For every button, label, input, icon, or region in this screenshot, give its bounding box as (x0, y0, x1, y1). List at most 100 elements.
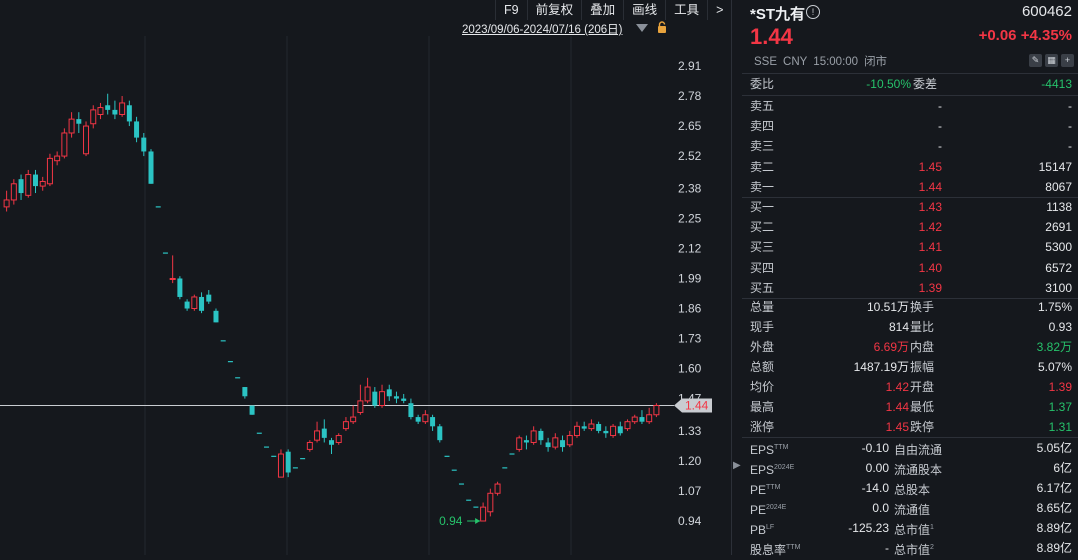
bid-label: 买五 (750, 280, 775, 295)
fundamental-label-2-text: 总市值 (894, 523, 931, 537)
bid-label: 买三 (750, 240, 775, 255)
candlestick-chart[interactable]: 2.91 2.78 2.65 2.52 2.38 2.25 2.12 1.99 1.86 1.73… (0, 0, 731, 555)
toolbar-overlay-button[interactable]: 叠加 (581, 0, 623, 20)
y-tick-label: 1.60 (678, 362, 702, 376)
ask-label: 卖二 (750, 159, 775, 174)
chart-toolbar: F9 前复权 叠加 画线 工具 > (495, 0, 731, 20)
candle-body-up (494, 483, 501, 494)
stat-value: 6.69万 (873, 340, 909, 354)
candle-body-down (206, 294, 212, 302)
fundamental-label-text: PE (750, 483, 767, 497)
candle-body-up (422, 414, 429, 423)
fundamental-value: 0.00 (865, 461, 889, 475)
fundamental-label-2-sup: 1 (930, 524, 934, 531)
stat-value-2: 1.37 (1048, 400, 1072, 414)
ask-volume: - (1068, 139, 1072, 154)
candle-body-down (408, 403, 414, 418)
bid-row: 买五 1.39 3100 (750, 278, 1072, 298)
toolbar-adjust-button[interactable]: 前复权 (526, 0, 582, 20)
toolbar-f9-button[interactable]: F9 (495, 0, 527, 20)
y-tick-label: 2.12 (678, 241, 702, 255)
y-tick-label: 2.65 (678, 119, 702, 133)
y-tick-label: 1.20 (678, 454, 702, 468)
candle-body-down (141, 137, 147, 152)
candle-body-up (364, 386, 371, 402)
bid-volume: 2691 (1045, 220, 1072, 235)
toolbar-tools-button[interactable]: 工具 (665, 0, 707, 20)
candle-body-up (54, 155, 61, 162)
chevron-down-icon[interactable] (636, 24, 648, 32)
low-arrow-head (475, 518, 481, 524)
fundamental-label-sup: 2024E (774, 464, 795, 471)
fundamental-label-2: 总市值1 (894, 518, 934, 540)
ask-row: 卖五 - - (750, 96, 1072, 116)
fundamental-value: -0.10 (861, 441, 889, 455)
candle-body-up (357, 400, 364, 413)
ask-price: 1.44 (918, 179, 942, 194)
stat-label-2: 开盘 (910, 380, 935, 394)
candle-body-down (603, 430, 609, 434)
stat-row: 总额 1487.19万 振幅 5.07% (750, 357, 1072, 377)
candle-body-down (596, 423, 602, 431)
candle-body-up (97, 107, 104, 116)
candle-body-up (46, 157, 53, 185)
stat-label: 最高 (750, 400, 775, 414)
stat-value: 814 (888, 320, 909, 334)
candle-body-down (249, 405, 255, 415)
candle-body-up (3, 199, 10, 208)
ask-volume: 15147 (1038, 159, 1072, 174)
ask-row: 卖一 1.44 8067 (750, 177, 1072, 197)
candle-body-up (646, 414, 653, 423)
candle-body-down (430, 417, 436, 427)
bid-row: 买一 1.43 1138 (750, 197, 1072, 217)
fundamental-label: PETTM (750, 478, 780, 500)
y-tick-label: 1.73 (678, 332, 702, 346)
weicha-label: 委差 (913, 77, 938, 91)
toolbar-draw-button[interactable]: 画线 (623, 0, 665, 20)
fundamental-label-2-text: 流通股本 (894, 463, 943, 477)
fundamental-label-2: 流通股本 (894, 458, 942, 480)
candle-body-up (480, 506, 487, 522)
ask-row: 卖四 - - (750, 116, 1072, 136)
quote-time: 15:00:00 (813, 56, 859, 68)
layout-icon[interactable]: ▦ (1045, 54, 1058, 67)
candle-body-up (306, 441, 313, 450)
bid-volume: 6572 (1045, 260, 1072, 275)
current-price-label: 1.44 (685, 399, 709, 413)
ask-volume: - (1068, 99, 1072, 113)
fundamental-value-2: 5.05亿 (1036, 441, 1072, 455)
ask-label: 卖一 (750, 179, 775, 194)
add-icon[interactable]: + (1061, 54, 1074, 67)
fundamental-label-sup: TTM (774, 444, 789, 451)
stat-value-2: 1.39 (1048, 380, 1072, 394)
y-tick-label: 0.94 (678, 514, 702, 528)
change-percent: +4.35% (1020, 27, 1072, 44)
stat-row: 最高 1.44 最低 1.37 (750, 397, 1072, 417)
fundamental-label: PE2024E (750, 498, 786, 520)
market-status: 闭市 (864, 56, 888, 68)
fundamental-label-2-text: 总股本 (894, 483, 931, 497)
toolbar-more-button[interactable]: > (707, 0, 731, 20)
collapse-arrow-icon[interactable]: ▶ (733, 460, 741, 471)
candle-body-up (335, 435, 342, 443)
candle-body-up (566, 435, 573, 446)
edit-icon[interactable]: ✎ (1029, 54, 1042, 67)
candle-body-up (653, 405, 660, 416)
fundamental-row: 股息率TTM - 总市值2 8.89亿 (750, 538, 1072, 558)
candle-body-up (191, 296, 198, 310)
fundamental-label-2-text: 流通值 (894, 503, 931, 517)
candle-body-down (437, 426, 443, 441)
candle-body-up (624, 421, 631, 430)
info-icon[interactable]: ! (806, 5, 820, 19)
exchange-label: SSE (754, 56, 778, 68)
y-tick-label: 2.91 (678, 59, 702, 73)
lock-icon[interactable] (657, 21, 667, 33)
fundamental-label-2: 自由流通 (894, 438, 942, 460)
fundamental-value: -125.23 (848, 521, 889, 535)
fundamental-label-2: 流通值 (894, 498, 930, 520)
y-tick-label: 1.07 (678, 484, 702, 498)
ask-price: - (938, 99, 942, 113)
date-range-label[interactable]: 2023/09/06-2024/07/16 (206日) (462, 21, 622, 37)
change-value: +0.06 (978, 27, 1017, 44)
candle-body-up (10, 183, 17, 201)
